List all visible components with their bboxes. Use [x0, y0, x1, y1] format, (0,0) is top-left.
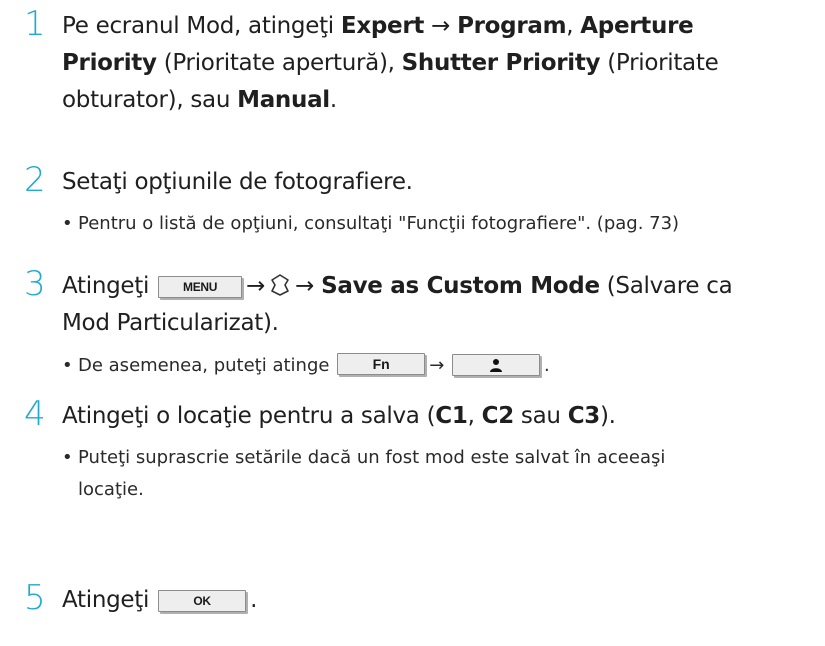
step-text-line: Pe ecranul Mod, atingeţi Expert → Progra…	[62, 13, 694, 39]
step-bullet: • De asemenea, puteţi atinge Fn → .	[62, 350, 817, 382]
step-bullet-continuation: locaţie.	[78, 479, 144, 500]
step-text-line: Priority (Prioritate apertură), Shutter …	[62, 50, 719, 76]
person-icon	[490, 359, 503, 372]
step-number: 4	[24, 394, 46, 434]
step-text-line: obturator), sau Manual.	[62, 87, 337, 113]
bullet-dot: •	[62, 355, 73, 376]
ok-key[interactable]: OK	[158, 590, 247, 612]
custom-mode-icon	[269, 272, 291, 308]
step-bullet: • Pentru o listă de opţiuni, consultaţi "…	[62, 208, 817, 240]
step-number: 1	[24, 4, 46, 44]
step-number: 3	[24, 264, 46, 304]
bullet-dot: •	[62, 213, 73, 234]
person-key[interactable]	[452, 354, 541, 376]
step-text-line: Atingeţi OK.	[62, 587, 258, 613]
step-text-line: Atingeţi o locaţie pentru a salva (C1, C…	[62, 403, 616, 429]
step-text-line: Atingeţi MENU → → Save as Custom Mode (Sal…	[62, 268, 817, 308]
bullet-dot: •	[62, 447, 73, 468]
step-number: 2	[24, 160, 46, 200]
step-text-line: Setaţi opţiunile de fotografiere.	[62, 169, 413, 195]
step-text-line: Mod Particularizat).	[62, 310, 279, 336]
step-number: 5	[24, 578, 46, 618]
step-bullet: • Puteţi suprascrie setările dacă un fost…	[62, 442, 817, 474]
menu-key[interactable]: MENU	[158, 276, 243, 298]
fn-key[interactable]: Fn	[337, 353, 426, 375]
